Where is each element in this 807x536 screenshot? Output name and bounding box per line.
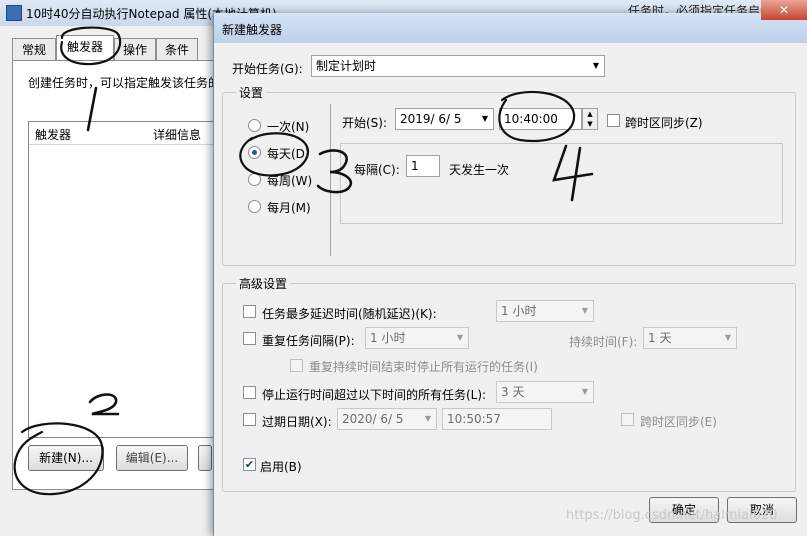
enabled-label: 启用(B) [260, 460, 302, 474]
expire-date-value: 2020/ 6/ 5 [342, 412, 404, 426]
start-time-field[interactable]: 10:40:00 [499, 108, 582, 130]
sync-timezone-label: 跨时区同步(Z) [625, 116, 703, 130]
dialog-title-bar: 新建触发器 [214, 13, 807, 43]
time-spinner[interactable]: ▲ ▼ [582, 108, 598, 130]
repeat-label: 重复任务间隔(P): [262, 334, 355, 348]
stop-longer-select[interactable]: 3 天 ▼ [496, 381, 594, 403]
stop-longer-checkbox[interactable] [243, 386, 256, 399]
edit-trigger-button[interactable]: 编辑(E)... [116, 445, 188, 471]
duration-label: 持续时间(F): [569, 335, 638, 349]
tab-triggers[interactable]: 触发器 [56, 35, 114, 62]
new-trigger-button[interactable]: 新建(N)... [28, 445, 104, 471]
expire-date-picker[interactable]: 2020/ 6/ 5 ▼ [337, 408, 437, 430]
radio-weekly[interactable] [248, 173, 261, 186]
begin-task-select[interactable]: 制定计划时 ▼ [311, 55, 605, 77]
radio-once-label: 一次(N) [267, 120, 310, 134]
delay-value: 1 小时 [501, 304, 537, 318]
start-date-picker[interactable]: 2019/ 6/ 5 ▼ [395, 108, 494, 130]
triggers-description: 创建任务时，可以指定触发该任务的 [28, 76, 221, 90]
delete-trigger-button[interactable] [198, 445, 212, 471]
tab-actions[interactable]: 操作 [114, 38, 156, 61]
enabled-checkbox[interactable]: ✔ [243, 458, 256, 471]
settings-group-label: 设置 [236, 84, 267, 101]
radio-daily[interactable] [248, 146, 261, 159]
triggers-list-header: 触发器 详细信息 [29, 122, 229, 145]
tab-conditions[interactable]: 条件 [156, 38, 198, 61]
begin-task-value: 制定计划时 [316, 59, 377, 73]
expire-checkbox[interactable] [243, 413, 256, 426]
radio-weekly-label: 每周(W) [267, 174, 313, 188]
chevron-down-icon: ▼ [424, 414, 432, 423]
delay-checkbox[interactable] [243, 305, 256, 318]
recur-label: 每隔(C): [354, 163, 400, 177]
stop-longer-label: 停止运行时间超过以下时间的所有任务(L): [262, 388, 487, 402]
chevron-down-icon: ▼ [481, 114, 489, 123]
close-icon[interactable]: ✕ [761, 0, 807, 20]
repeat-interval-value: 1 小时 [370, 331, 406, 345]
expire-time-field[interactable]: 10:50:57 [442, 408, 552, 430]
duration-value: 1 天 [648, 331, 672, 345]
begin-task-label: 开始任务(G): [232, 62, 303, 76]
start-label: 开始(S): [342, 116, 388, 130]
column-trigger[interactable]: 触发器 [35, 126, 71, 143]
radio-once[interactable] [248, 119, 261, 132]
chevron-down-icon: ▼ [581, 306, 589, 315]
settings-divider [330, 104, 331, 256]
expire-sync-label: 跨时区同步(E) [640, 415, 717, 429]
stop-longer-value: 3 天 [501, 385, 525, 399]
task-app-icon [6, 5, 22, 21]
start-date-value: 2019/ 6/ 5 [400, 112, 462, 126]
radio-selected-dot [252, 150, 257, 155]
sync-timezone-checkbox[interactable] [607, 114, 620, 127]
chevron-down-icon: ▼ [456, 333, 464, 342]
radio-daily-label: 每天(D) [267, 147, 310, 161]
chevron-down-icon: ▼ [581, 387, 589, 396]
recur-suffix: 天发生一次 [449, 163, 510, 177]
repeat-checkbox[interactable] [243, 332, 256, 345]
stop-at-end-label: 重复持续时间结束时停止所有运行的任务(I) [309, 360, 538, 374]
recur-days-field[interactable]: 1 [406, 155, 440, 177]
chevron-down-icon: ▼ [724, 333, 732, 342]
expire-sync-checkbox[interactable] [621, 413, 634, 426]
delay-label: 任务最多延迟时间(随机延迟)(K): [262, 307, 437, 321]
duration-select[interactable]: 1 天 ▼ [643, 327, 737, 349]
chevron-down-icon: ▼ [592, 61, 600, 70]
chevron-down-icon[interactable]: ▼ [583, 119, 597, 129]
chevron-up-icon[interactable]: ▲ [583, 109, 597, 119]
radio-monthly-label: 每月(M) [267, 201, 311, 215]
delay-select[interactable]: 1 小时 ▼ [496, 300, 594, 322]
advanced-settings-label: 高级设置 [236, 275, 291, 292]
triggers-list[interactable]: 触发器 详细信息 [28, 121, 230, 438]
radio-monthly[interactable] [248, 200, 261, 213]
tab-general[interactable]: 常规 [12, 38, 56, 61]
repeat-interval-select[interactable]: 1 小时 ▼ [365, 327, 469, 349]
dialog-title: 新建触发器 [222, 23, 283, 37]
stop-at-end-checkbox[interactable] [290, 359, 303, 372]
expire-label: 过期日期(X): [262, 415, 332, 429]
column-details[interactable]: 详细信息 [153, 126, 201, 143]
watermark: https://blog.csdn.net/halmiai020 [566, 508, 778, 523]
